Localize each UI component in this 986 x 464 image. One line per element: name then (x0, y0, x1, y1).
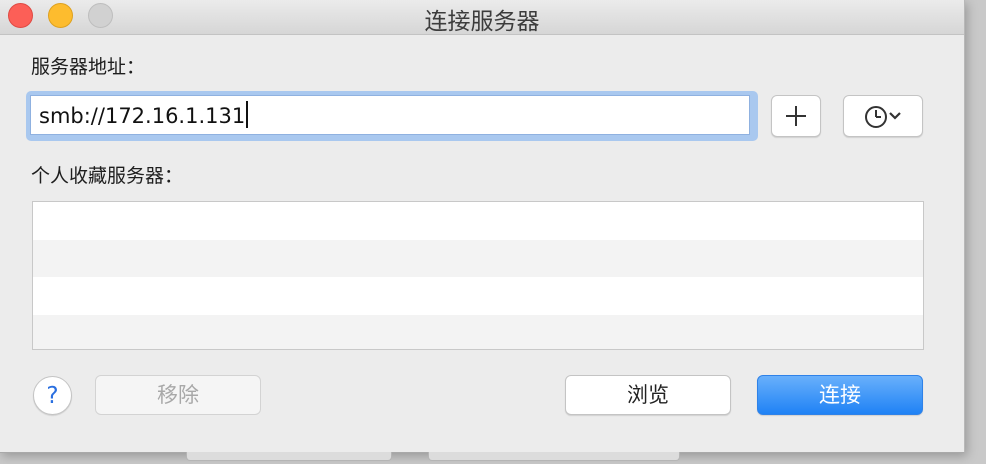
title-bar[interactable]: 连接服务器 (0, 0, 964, 35)
list-item[interactable] (33, 314, 923, 349)
text-caret (246, 101, 249, 128)
server-address-label: 服务器地址： (31, 56, 146, 78)
server-address-focus-ring: smb://172.16.1.131 (26, 91, 758, 141)
add-favorite-button[interactable] (771, 95, 821, 137)
list-item[interactable] (33, 277, 923, 315)
list-item[interactable] (33, 239, 923, 277)
background-window-edge (0, 452, 986, 464)
connect-to-server-window: 连接服务器 服务器地址： smb://172.16.1.131 个人收藏服务器： (0, 0, 965, 453)
server-address-value: smb://172.16.1.131 (39, 104, 246, 128)
connect-button[interactable]: 连接 (757, 375, 923, 415)
window-title: 连接服务器 (424, 9, 540, 35)
plus-icon (786, 106, 806, 126)
background-tab (428, 452, 680, 461)
server-address-input[interactable]: smb://172.16.1.131 (30, 95, 750, 135)
remove-button[interactable]: 移除 (95, 375, 261, 415)
list-item[interactable] (33, 202, 923, 240)
favorite-servers-list[interactable] (32, 201, 924, 350)
clock-icon (865, 106, 887, 128)
help-button[interactable]: ? (33, 376, 72, 415)
background-tab (186, 452, 392, 461)
chevron-down-icon (889, 112, 901, 120)
browse-button[interactable]: 浏览 (565, 375, 731, 415)
favorite-servers-label: 个人收藏服务器： (31, 165, 184, 187)
recent-servers-button[interactable] (843, 95, 923, 137)
